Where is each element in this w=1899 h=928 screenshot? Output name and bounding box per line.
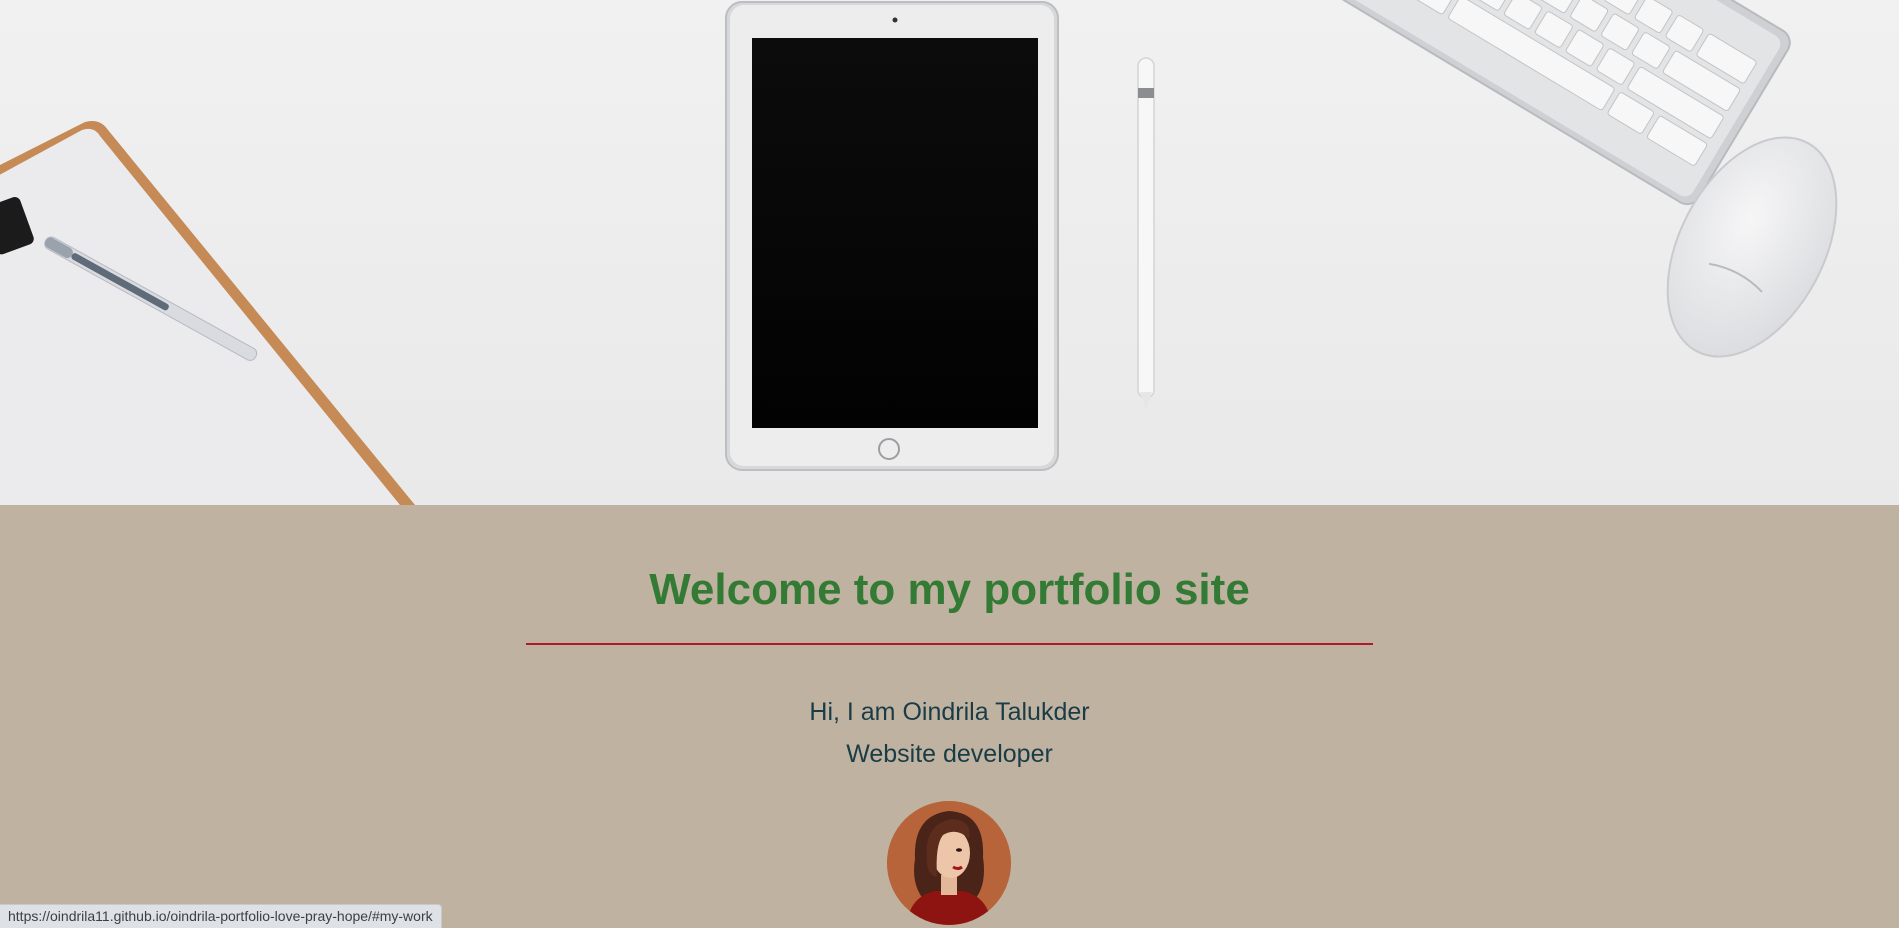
welcome-section: Welcome to my portfolio site Hi, I am Oi… [0,505,1899,927]
page-title: Welcome to my portfolio site [649,565,1250,614]
hero-banner-image [0,0,1899,505]
woman-portrait-icon [887,801,1011,925]
stylus-image [1137,57,1155,410]
clipboard-image [0,121,415,505]
tablet-image [725,1,1059,471]
link-preview-status-bar: https://oindrila11.github.io/oindrila-po… [0,904,442,928]
avatar [887,801,1011,925]
role-text: Website developer [846,740,1053,768]
greeting-text: Hi, I am Oindrila Talukder [809,698,1090,726]
title-divider [526,643,1373,645]
